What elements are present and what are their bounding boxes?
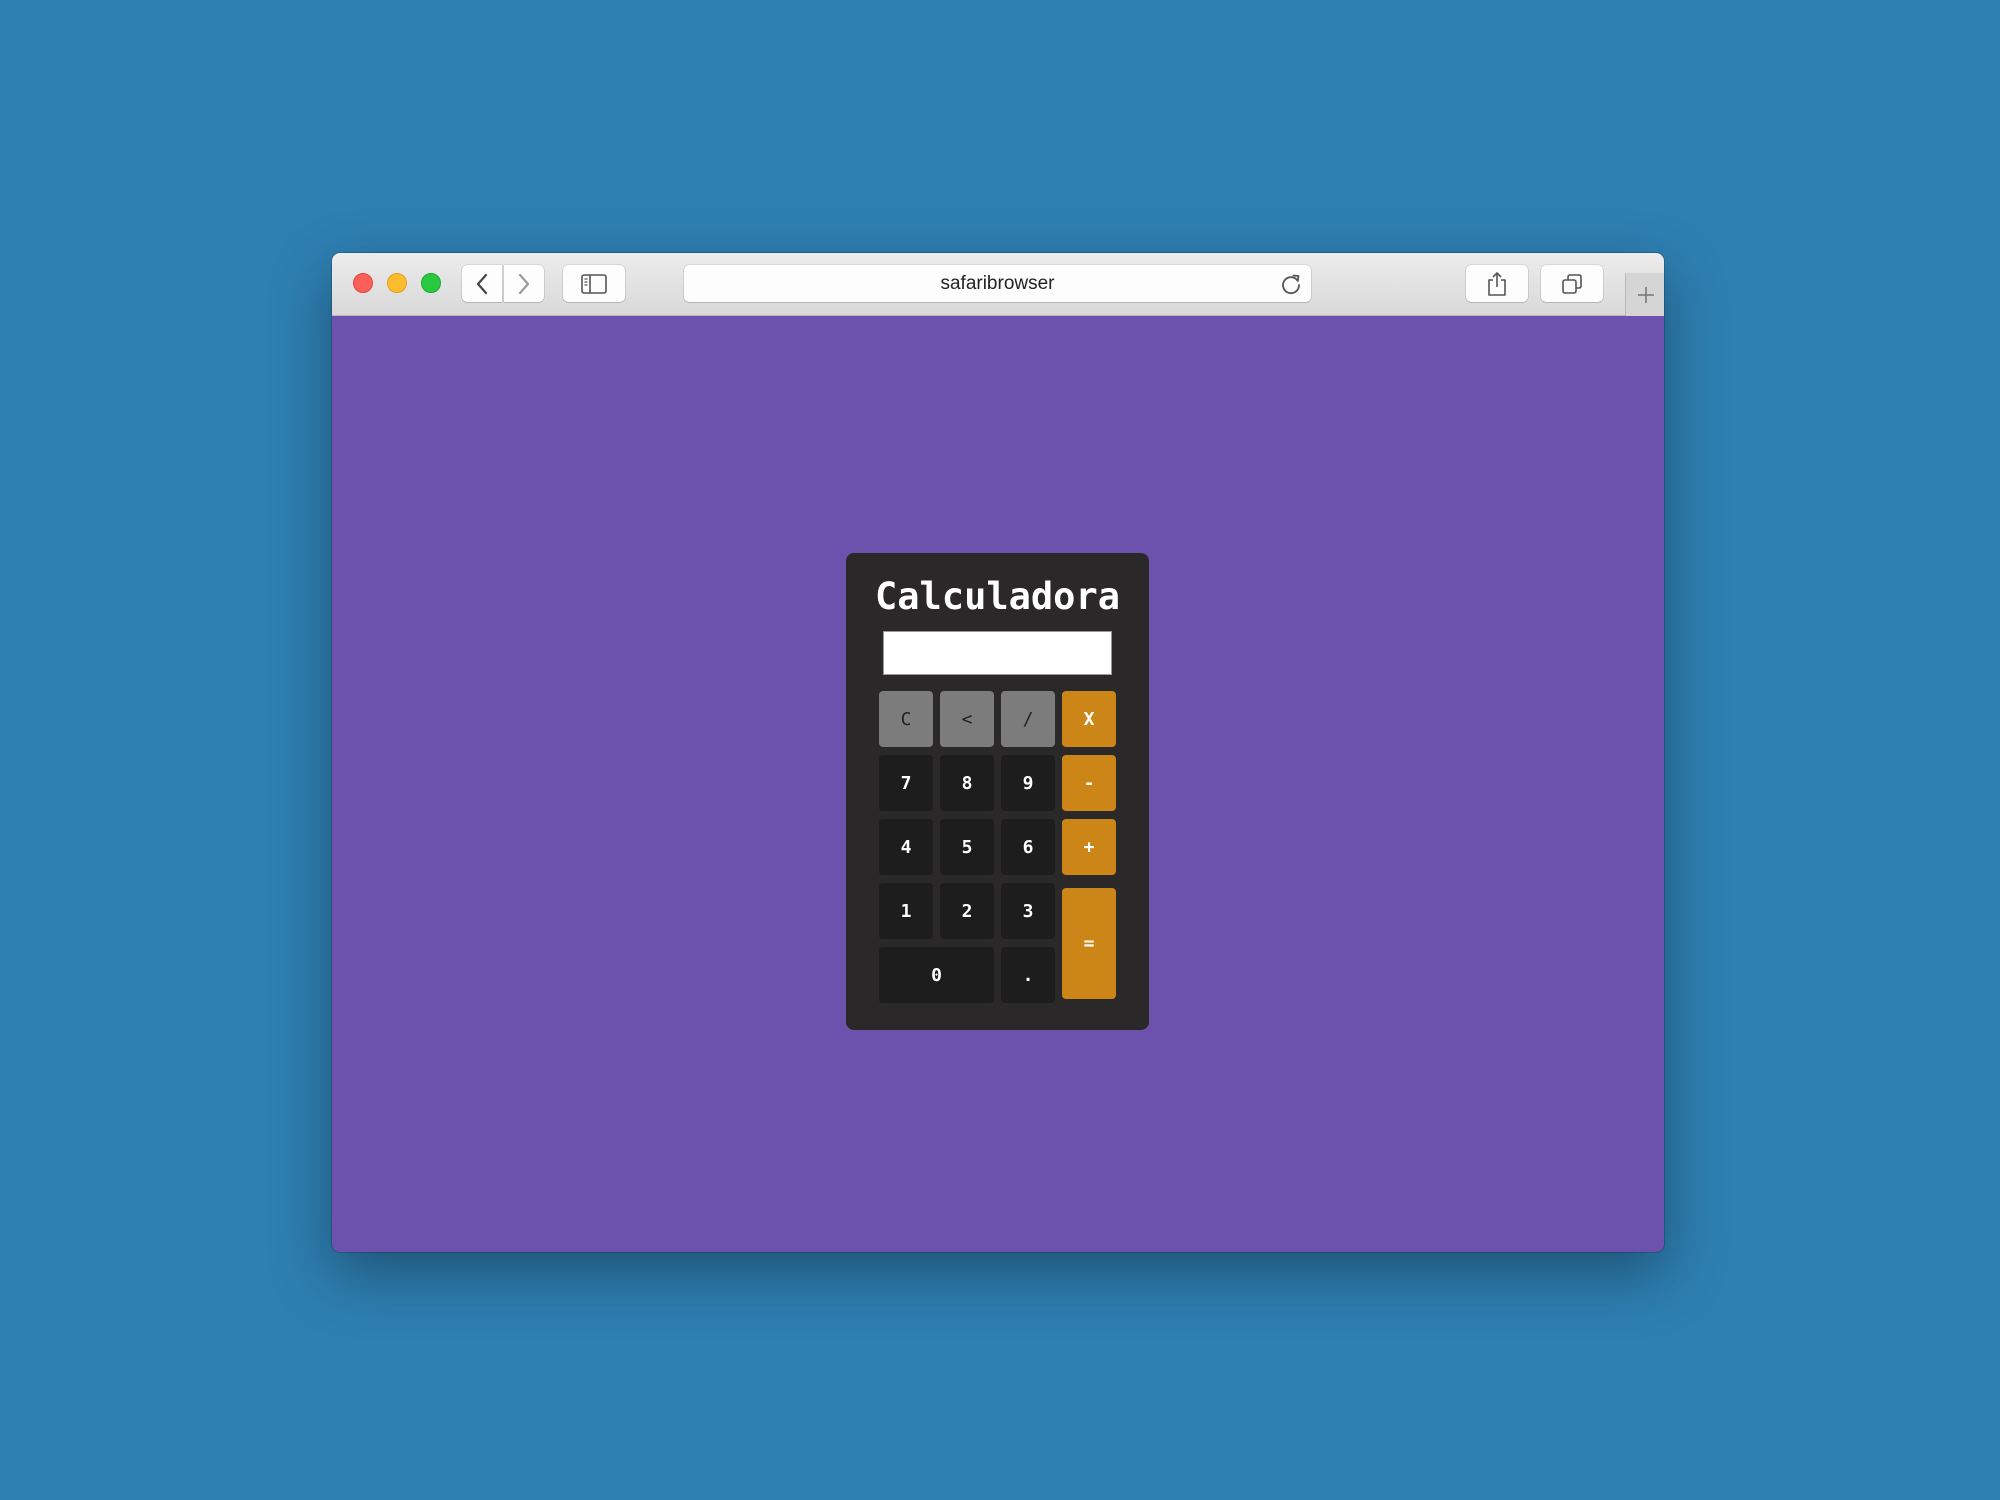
subtract-button[interactable]: - — [1062, 755, 1116, 811]
calculator-display[interactable] — [883, 631, 1112, 675]
tabs-button[interactable] — [1541, 265, 1603, 302]
calculator-title: Calculadora — [874, 575, 1121, 618]
address-text[interactable]: safaribrowser — [684, 265, 1311, 302]
chevron-right-icon — [518, 273, 530, 294]
digit-4-button[interactable]: 4 — [879, 819, 933, 875]
browser-toolbar: safaribrowser — [332, 253, 1664, 316]
equals-button[interactable]: = — [1062, 888, 1116, 999]
digit-1-button[interactable]: 1 — [879, 883, 933, 939]
multiply-button[interactable]: X — [1062, 691, 1116, 747]
sidebar-icon — [581, 273, 607, 294]
digit-9-button[interactable]: 9 — [1001, 755, 1055, 811]
address-bar[interactable]: safaribrowser — [684, 265, 1311, 302]
share-button[interactable] — [1466, 265, 1528, 302]
digit-5-button[interactable]: 5 — [940, 819, 994, 875]
reload-icon[interactable] — [1279, 272, 1303, 296]
decimal-button[interactable]: . — [1001, 947, 1055, 1003]
plus-icon — [1637, 286, 1654, 303]
sidebar-button[interactable] — [563, 265, 625, 302]
calculator: Calculadora C < / X 7 8 9 - 4 5 6 + 1 2 … — [846, 553, 1149, 1030]
back-button[interactable] — [462, 265, 502, 302]
digit-0-button[interactable]: 0 — [879, 947, 994, 1003]
maximize-icon[interactable] — [421, 273, 441, 293]
add-button[interactable]: + — [1062, 819, 1116, 875]
digit-7-button[interactable]: 7 — [879, 755, 933, 811]
chevron-left-icon — [476, 273, 488, 294]
digit-3-button[interactable]: 3 — [1001, 883, 1055, 939]
digit-8-button[interactable]: 8 — [940, 755, 994, 811]
backspace-button[interactable]: < — [940, 691, 994, 747]
digit-2-button[interactable]: 2 — [940, 883, 994, 939]
share-icon — [1488, 271, 1506, 296]
forward-button[interactable] — [504, 265, 544, 302]
minimize-icon[interactable] — [387, 273, 407, 293]
new-tab-button[interactable] — [1625, 273, 1664, 316]
close-icon[interactable] — [353, 273, 373, 293]
digit-6-button[interactable]: 6 — [1001, 819, 1055, 875]
tabs-icon — [1562, 273, 1582, 294]
browser-window: safaribrowser Calculadora C < / X 7 8 9 … — [332, 253, 1664, 1252]
divide-button[interactable]: / — [1001, 691, 1055, 747]
clear-button[interactable]: C — [879, 691, 933, 747]
